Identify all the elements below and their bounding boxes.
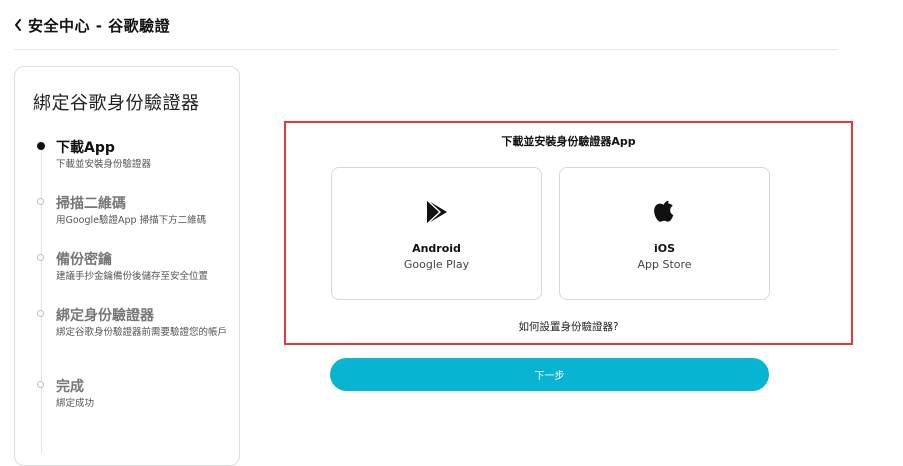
step-indicator-dot	[37, 142, 45, 150]
platform-name: Android	[412, 242, 461, 255]
step-description: 下載並安裝身份驗證器	[56, 159, 152, 170]
store-name: Google Play	[403, 258, 470, 271]
setup-help-link[interactable]: 如何設置身份驗證器?	[286, 319, 851, 334]
step-description: 綁定谷歌身份驗證器前需要驗證您的帳戶	[56, 327, 228, 338]
step-title: 完成	[56, 379, 84, 395]
stepper-title: 綁定谷歌身份驗證器	[33, 93, 200, 114]
play-store-icon	[423, 198, 451, 226]
step-indicator-dot	[37, 381, 44, 388]
android-download-card[interactable]: Android Google Play	[331, 167, 542, 300]
stepper-panel: 綁定谷歌身份驗證器 下載App 下載並安裝身份驗證器 掃描二維碼 用Google…	[14, 66, 240, 466]
page-title: 安全中心 - 谷歌驗證	[28, 16, 171, 35]
step-title: 備份密鑰	[56, 252, 112, 268]
step-indicator-dot	[37, 310, 44, 317]
store-name: App Store	[637, 258, 692, 271]
step-indicator-dot	[37, 254, 44, 261]
step-indicator-dot	[37, 198, 44, 205]
stepper-track	[41, 144, 42, 454]
step-description: 建議手抄金鑰備份後儲存至安全位置	[56, 271, 209, 282]
header: 安全中心 - 谷歌驗證	[14, 14, 170, 36]
step-title: 綁定身份驗證器	[56, 308, 154, 324]
apple-icon	[651, 198, 679, 226]
download-app-section: 下載並安裝身份驗證器App Android Google Play iOS Ap…	[284, 121, 853, 345]
header-divider	[14, 49, 838, 50]
step-title: 下載App	[56, 140, 115, 156]
step-description: 用Google驗證App 掃描下方二維碼	[56, 215, 207, 226]
chevron-left-icon[interactable]	[14, 19, 22, 31]
step-title: 掃描二維碼	[56, 196, 126, 212]
platform-name: iOS	[653, 242, 676, 255]
ios-download-card[interactable]: iOS App Store	[559, 167, 770, 300]
step-description: 綁定成功	[56, 398, 95, 409]
section-heading: 下載並安裝身份驗證器App	[501, 135, 636, 148]
next-step-button[interactable]: 下一步	[330, 358, 769, 391]
